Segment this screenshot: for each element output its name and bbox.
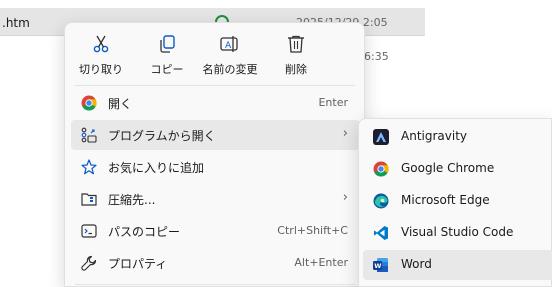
shortcut-text: Enter (318, 96, 348, 109)
copy-label: コピー (150, 63, 184, 76)
menu-divider (75, 85, 355, 86)
copy-button[interactable]: コピー (139, 29, 195, 79)
cut-button[interactable]: 切り取り (73, 29, 129, 79)
wrench-icon (81, 255, 97, 271)
delete-button[interactable]: 削除 (268, 29, 324, 79)
menu-item-add-favorites[interactable]: お気に入りに追加 (71, 152, 360, 182)
submenu-item-label: Google Chrome (401, 161, 495, 175)
delete-label: 削除 (285, 63, 307, 76)
cut-icon (93, 35, 109, 53)
menu-divider (75, 284, 355, 285)
chevron-right-icon: › (342, 190, 348, 205)
chevron-right-icon: › (342, 126, 348, 141)
file-name: .htm (2, 16, 30, 30)
submenu-item-label: Word (401, 257, 432, 271)
menu-item-label: プログラムから開く (108, 129, 216, 143)
shortcut-text: Alt+Enter (294, 256, 348, 269)
menu-item-label: プロパティ (108, 257, 168, 271)
chrome-icon (81, 95, 97, 111)
menu-item-open-with[interactable]: プログラムから開く › (71, 120, 360, 150)
menu-item-label: 圧縮先... (108, 193, 156, 207)
submenu-item-label: Visual Studio Code (401, 225, 514, 239)
context-menu: 切り取り コピー A 名前の変更 削除 開く Enter プログラムから開く ›… (64, 22, 365, 287)
open-with-icon (81, 127, 97, 143)
submenu-item-vscode[interactable]: Visual Studio Code (363, 218, 552, 248)
shortcut-text: Ctrl+Shift+C (277, 224, 348, 237)
submenu-item-edge[interactable]: Microsoft Edge (363, 186, 552, 216)
copy-path-icon (81, 224, 97, 238)
svg-text:A: A (225, 41, 232, 51)
word-icon: W (373, 258, 388, 272)
star-icon (81, 159, 97, 175)
menu-item-properties[interactable]: プロパティ Alt+Enter (71, 248, 360, 278)
chrome-icon (373, 161, 389, 177)
menu-item-label: パスのコピー (108, 225, 181, 239)
rename-button[interactable]: A 名前の変更 (195, 29, 265, 79)
file-date-partial: 6:35 (364, 50, 389, 63)
antigravity-icon (373, 129, 389, 145)
submenu-item-label: Antigravity (401, 129, 467, 143)
quick-actions-bar: 切り取り コピー A 名前の変更 削除 (65, 23, 364, 83)
open-with-submenu: Antigravity Google Chrome Microsoft Edge… (358, 118, 552, 287)
menu-item-copy-path[interactable]: パスのコピー Ctrl+Shift+C (71, 216, 360, 246)
rename-label: 名前の変更 (202, 63, 258, 76)
cut-label: 切り取り (79, 63, 123, 76)
rename-icon: A (220, 36, 238, 52)
submenu-item-label: Microsoft Edge (401, 193, 490, 207)
copy-icon (160, 35, 175, 53)
menu-item-label: お気に入りに追加 (108, 161, 205, 175)
delete-icon (288, 35, 304, 53)
vscode-icon (374, 226, 388, 240)
compress-icon (81, 193, 97, 206)
edge-icon (373, 193, 389, 209)
menu-item-compress[interactable]: 圧縮先... › (71, 184, 360, 214)
submenu-item-chrome[interactable]: Google Chrome (363, 154, 552, 184)
menu-item-label: 開く (108, 97, 133, 111)
menu-item-open[interactable]: 開く Enter (71, 88, 360, 118)
submenu-item-word[interactable]: W Word (363, 250, 552, 280)
submenu-item-antigravity[interactable]: Antigravity (363, 122, 552, 152)
svg-text:W: W (374, 262, 381, 270)
